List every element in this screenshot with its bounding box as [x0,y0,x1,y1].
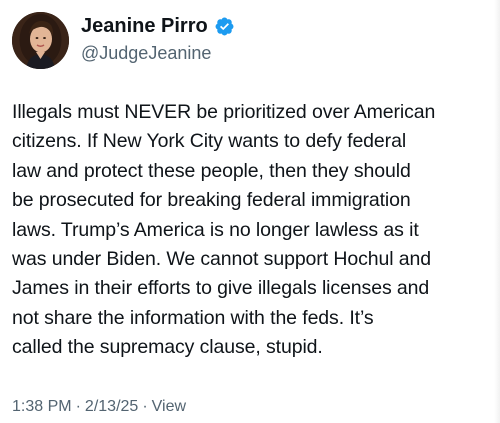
tweet-time[interactable]: 1:38 PM [12,397,72,417]
tweet-date[interactable]: 2/13/25 [85,397,138,417]
meta-separator: · [142,398,148,415]
verified-badge-icon [214,16,235,37]
meta-separator: · [75,398,81,415]
views-link[interactable]: View [152,397,186,417]
display-name[interactable]: Jeanine Pirro [81,14,208,38]
tweet-card: Jeanine Pirro @JudgeJeanine Illegals mus… [0,0,500,423]
avatar[interactable] [12,12,69,69]
author-handle[interactable]: @JudgeJeanine [81,42,211,64]
tweet-text: Illegals must NEVER be prioritized over … [12,101,436,359]
author-name-row[interactable]: Jeanine Pirro [81,14,235,38]
profile-photo-icon [12,12,69,69]
edge-shadow [494,0,500,423]
tweet-meta: 1:38 PM · 2/13/25 · View [12,397,186,417]
